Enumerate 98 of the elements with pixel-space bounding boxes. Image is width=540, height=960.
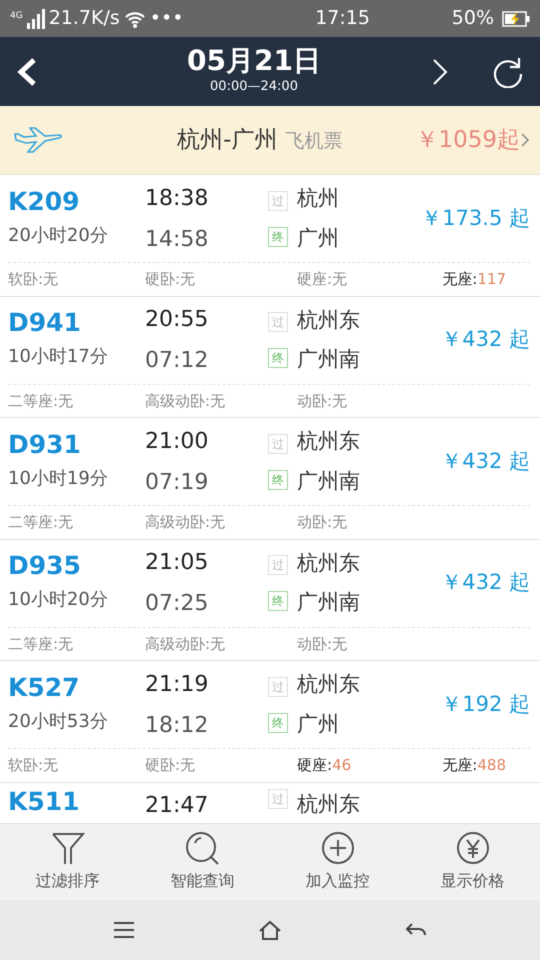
flight-banner[interactable]: 杭州-广州 飞机票 ￥1059起 — [0, 106, 540, 175]
passing-station-tag: 过 — [268, 788, 288, 808]
plus-circle-icon — [320, 831, 356, 867]
airplane-icon — [14, 126, 64, 154]
seat-availability: 无座:117 — [442, 270, 506, 288]
filter-icon — [50, 831, 86, 867]
arrival-time: 18:12 — [145, 712, 210, 740]
seat-availability: 硬座:46 — [297, 756, 352, 774]
ticket-price: ￥432 起 — [441, 326, 530, 354]
departure-time: 21:05 — [145, 549, 210, 577]
seat-availability: 二等座:无 — [8, 392, 74, 410]
refresh-button[interactable] — [492, 56, 524, 88]
seat-availability: 无座:488 — [442, 756, 506, 774]
passing-station-tag: 过 — [268, 434, 288, 454]
seat-availability: 硬座:无 — [297, 270, 348, 288]
train-row[interactable]: K527 20小时53分 21:19 18:12 过 终 杭州东 广州 ￥192 起 软卧:无 硬卧:无 硬座:46 无座:488 — [0, 661, 540, 782]
train-number: K511 — [8, 788, 81, 814]
toolbar-button[interactable]: 过滤排序 — [36, 831, 100, 893]
arrival-station: 广州南 — [297, 468, 361, 494]
arrival-station: 广州 — [297, 710, 340, 738]
ticket-price: ￥192 起 — [441, 690, 530, 718]
signal-icon — [26, 8, 45, 28]
arrival-station: 广州 — [297, 224, 340, 252]
travel-duration: 10小时19分 — [8, 466, 109, 490]
passing-station-tag: 过 — [268, 676, 288, 696]
travel-duration: 10小时17分 — [8, 345, 109, 369]
passing-station-tag: 过 — [268, 555, 288, 575]
chevron-icon — [520, 132, 530, 148]
train-number: D941 — [8, 310, 82, 335]
terminal-station-tag: 终 — [268, 591, 288, 611]
departure-station: 杭州东 — [297, 790, 361, 818]
ticket-price: ￥432 起 — [441, 448, 530, 475]
train-row[interactable]: K209 20小时20分 18:38 14:58 过 终 杭州 广州 ￥173.5 起 软卧:无 硬卧:无 硬座:无 无座:117 — [0, 175, 540, 296]
train-number: K527 — [8, 674, 81, 700]
arrival-time: 14:58 — [145, 226, 210, 254]
arrival-time: 07:25 — [145, 590, 210, 618]
ticket-type: 飞机票 — [285, 128, 342, 154]
departure-station: 杭州东 — [297, 428, 361, 455]
seat-availability: 动卧:无 — [297, 634, 348, 653]
network-label: 4G — [10, 10, 23, 24]
departure-station: 杭州东 — [297, 550, 361, 576]
ticket-price: ￥432 起 — [441, 569, 530, 596]
toolbar-button[interactable]: 加入监控 — [306, 831, 370, 893]
seat-availability: 硬卧:无 — [145, 270, 196, 288]
date-title: 05月21日 — [187, 46, 321, 78]
route-title: 杭州-广州 — [177, 126, 278, 155]
toolbar-button[interactable]: 智能查询 — [170, 831, 234, 893]
terminal-station-tag: 终 — [268, 470, 288, 490]
departure-time: 21:00 — [145, 428, 210, 456]
train-row[interactable]: D931 10小时19分 21:00 07:19 过 终 杭州东 广州南 ￥432 起 二等座:无 高级动卧:无 动卧:无 — [0, 418, 540, 540]
seat-availability: 二等座:无 — [8, 634, 74, 653]
departure-time: 18:38 — [145, 184, 210, 212]
departure-station: 杭州东 — [297, 306, 361, 334]
train-number: K209 — [8, 188, 81, 214]
train-number: D931 — [8, 432, 82, 456]
seat-availability: 高级动卧:无 — [145, 513, 226, 532]
terminal-station-tag: 终 — [268, 226, 288, 246]
departure-station: 杭州 — [297, 185, 340, 212]
seat-availability: 高级动卧:无 — [145, 392, 226, 410]
arrival-station: 广州南 — [297, 346, 361, 373]
departure-time: 20:55 — [145, 306, 210, 334]
seat-availability: 高级动卧:无 — [145, 634, 226, 653]
seat-availability: 硬卧:无 — [145, 756, 196, 774]
train-row[interactable]: D941 10小时17分 20:55 07:12 过 终 杭州东 广州南 ￥432 起 二等座:无 高级动卧:无 动卧:无 — [0, 296, 540, 418]
seat-availability: 二等座:无 — [8, 513, 74, 532]
flight-price: ￥1059起 — [415, 126, 520, 155]
seat-availability: 动卧:无 — [297, 392, 348, 410]
toolbar-button[interactable]: 显示价格 — [440, 831, 504, 893]
arrival-time: 07:19 — [145, 468, 210, 496]
battery-level: 50% — [452, 6, 494, 32]
travel-duration: 20小时53分 — [8, 710, 109, 734]
departure-time: 21:47 — [145, 792, 210, 820]
search-icon — [184, 831, 220, 867]
train-number: D935 — [8, 553, 82, 578]
arrival-time: 07:12 — [145, 347, 210, 375]
more-indicator: ••• — [150, 6, 184, 32]
terminal-station-tag: 终 — [268, 348, 288, 368]
passing-station-tag: 过 — [268, 312, 288, 332]
yen-circle-icon — [454, 831, 490, 867]
menu-button[interactable] — [112, 919, 136, 941]
departure-station: 杭州东 — [297, 671, 361, 698]
back-button[interactable] — [16, 56, 38, 86]
departure-time: 21:19 — [145, 670, 210, 698]
passing-station-tag: 过 — [268, 190, 288, 210]
seat-availability: 软卧:无 — [8, 756, 58, 774]
clock: 17:15 — [314, 6, 370, 32]
train-row[interactable]: D935 10小时20分 21:05 07:25 过 终 杭州东 广州南 ￥432 起 二等座:无 高级动卧:无 动卧:无 — [0, 540, 540, 661]
time-range: 00:00—24:00 — [210, 78, 298, 96]
terminal-station-tag: 终 — [268, 712, 288, 732]
seat-availability: 动卧:无 — [297, 513, 348, 532]
seat-availability: 软卧:无 — [8, 270, 58, 288]
arrival-station: 广州南 — [297, 589, 361, 616]
network-speed: 21.7K/s — [48, 6, 120, 32]
travel-duration: 20小时20分 — [8, 224, 109, 248]
home-button[interactable] — [258, 919, 282, 941]
wifi-icon — [124, 10, 146, 28]
travel-duration: 10小时20分 — [8, 588, 109, 612]
ticket-price: ￥173.5 起 — [421, 204, 530, 232]
